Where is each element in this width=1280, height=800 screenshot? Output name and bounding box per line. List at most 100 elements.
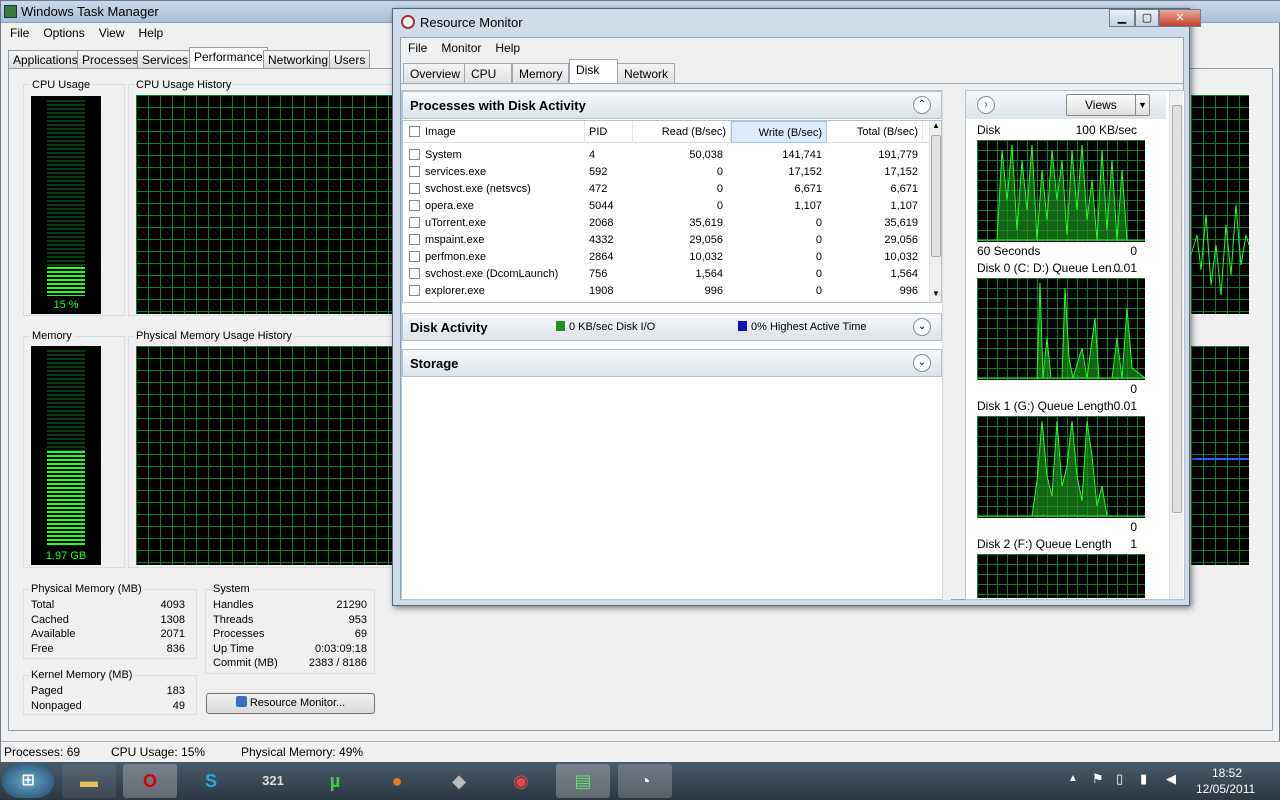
opera-icon[interactable]: O — [123, 764, 177, 798]
action-center-icon[interactable]: ⚑ — [1092, 771, 1104, 787]
storage-header[interactable]: Storage ⌄ — [402, 349, 942, 377]
rm-tab-network[interactable]: Network — [617, 63, 676, 83]
resource-monitor-window: Resource Monitor ▁ ▢ ✕ File Monitor Help… — [392, 8, 1201, 606]
collapse-processes-icon[interactable]: ⌃ — [913, 96, 931, 114]
clock-date[interactable]: 12/05/2011 — [1196, 782, 1255, 796]
network-icon[interactable]: ▮ — [1140, 771, 1147, 787]
rm-menu-file[interactable]: File — [401, 39, 434, 57]
cell-total: 1,107 — [890, 200, 918, 212]
side-chart-trace — [977, 282, 1147, 379]
chart-scroll-thumb[interactable] — [1172, 105, 1182, 513]
table-row[interactable]: svchost.exe (netsvcs) 472 0 6,671 6,671 — [403, 181, 929, 198]
table-scrollbar[interactable]: ▲ ▼ — [929, 121, 941, 302]
status-cpu: CPU Usage: 15% — [111, 745, 206, 759]
rm-menu-help[interactable]: Help — [488, 39, 527, 57]
paint-icon[interactable]: ◆ — [432, 764, 486, 798]
menu-file[interactable]: File — [3, 24, 36, 42]
system-uptime: Up Time 0:03:09:18 — [213, 643, 367, 655]
cell-read: 35,619 — [689, 217, 723, 229]
rm-menu-monitor[interactable]: Monitor — [434, 39, 488, 57]
start-orb-icon[interactable]: ⊞ — [2, 764, 54, 798]
cell-read: 50,038 — [689, 149, 723, 161]
close-button[interactable]: ✕ — [1159, 9, 1201, 27]
tab-users[interactable]: Users — [329, 50, 371, 68]
volume-icon[interactable]: ◀ — [1166, 771, 1176, 787]
rm-tab-disk[interactable]: Disk — [569, 59, 618, 84]
utorrent-icon[interactable]: µ — [308, 764, 362, 798]
chart-pane-scrollbar[interactable] — [1169, 91, 1183, 599]
col-image[interactable]: Image — [425, 121, 585, 143]
table-row[interactable]: System 4 50,038 141,741 191,779 — [403, 147, 929, 164]
expand-disk-activity-icon[interactable]: ⌄ — [913, 318, 931, 336]
col-pid[interactable]: PID — [585, 121, 633, 143]
menu-help[interactable]: Help — [132, 24, 171, 42]
rm-tab-cpu[interactable]: CPU — [464, 63, 512, 83]
row-checkbox[interactable] — [409, 166, 420, 177]
row-checkbox[interactable] — [409, 200, 420, 211]
row-checkbox[interactable] — [409, 251, 420, 262]
table-row[interactable]: mspaint.exe 4332 29,056 0 29,056 — [403, 232, 929, 249]
table-row[interactable]: explorer.exe 1908 996 0 996 — [403, 283, 929, 300]
tab-applications[interactable]: Applications — [8, 50, 83, 68]
tab-processes[interactable]: Processes — [77, 50, 144, 68]
table-row[interactable]: uTorrent.exe 2068 35,619 0 35,619 — [403, 215, 929, 232]
side-chart-title: Disk 0 (C: D:) Queue Len... — [977, 261, 1122, 275]
menu-options[interactable]: Options — [36, 24, 91, 42]
tab-performance[interactable]: Performance — [189, 47, 268, 69]
skype-icon[interactable]: S — [184, 764, 238, 798]
row-checkbox[interactable] — [409, 149, 420, 160]
active-time-swatch — [738, 321, 747, 331]
explorer-icon[interactable]: ▬ — [62, 764, 116, 798]
scroll-up-icon[interactable]: ▲ — [932, 121, 940, 130]
main-pane-scrollbar[interactable] — [942, 90, 951, 600]
row-checkbox[interactable] — [409, 217, 420, 228]
table-row[interactable]: opera.exe 5044 0 1,107 1,107 — [403, 198, 929, 215]
side-chart-trace — [977, 420, 1145, 517]
col-read[interactable]: Read (B/sec) — [633, 121, 731, 143]
maximize-button[interactable]: ▢ — [1135, 9, 1159, 27]
rm-tab-memory[interactable]: Memory — [512, 63, 570, 83]
menu-view[interactable]: View — [92, 24, 132, 42]
cell-read: 1,564 — [695, 268, 723, 280]
expand-storage-icon[interactable]: ⌄ — [913, 354, 931, 372]
processes-disk-header[interactable]: Processes with Disk Activity ⌃ — [402, 91, 942, 119]
select-all-checkbox[interactable] — [409, 126, 420, 137]
resource-monitor-titlebar[interactable]: Resource Monitor ▁ ▢ ✕ — [393, 9, 1201, 37]
minimize-button[interactable]: ▁ — [1109, 9, 1135, 27]
maximize-icon: ▢ — [1141, 12, 1153, 24]
resource-monitor-button[interactable]: Resource Monitor... — [206, 693, 375, 714]
chrome-icon[interactable]: ◉ — [494, 764, 548, 798]
rm-tab-overview[interactable]: Overview — [403, 63, 468, 83]
collapse-chart-pane-icon[interactable]: › — [977, 96, 995, 114]
disk-activity-header[interactable]: Disk Activity 0 KB/sec Disk I/O 0% Highe… — [402, 313, 942, 341]
table-row[interactable]: MsMpEng.exe 888 349 0 349 — [403, 300, 929, 303]
col-total[interactable]: Total (B/sec) — [827, 121, 923, 143]
resource-monitor-icon[interactable]: ◔ — [618, 764, 672, 798]
table-row[interactable]: perfmon.exe 2864 10,032 0 10,032 — [403, 249, 929, 266]
row-checkbox[interactable] — [409, 268, 420, 279]
views-button[interactable]: Views ▼ — [1066, 94, 1150, 116]
row-checkbox[interactable] — [409, 302, 420, 303]
table-scroll-thumb[interactable] — [931, 135, 941, 257]
cell-write: 17,152 — [788, 166, 822, 178]
cell-write: 6,671 — [794, 183, 822, 195]
firefox-icon[interactable]: ● — [370, 764, 424, 798]
table-row[interactable]: svchost.exe (DcomLaunch) 756 1,564 0 1,564 — [403, 266, 929, 283]
task-manager-icon[interactable]: ▤ — [556, 764, 610, 798]
disk-io-indicator: 0 KB/sec Disk I/O — [556, 321, 655, 333]
tab-networking[interactable]: Networking — [263, 50, 334, 68]
media-player-icon[interactable]: 321 — [246, 764, 300, 798]
cpu-usage-gauge: 15 % — [31, 96, 101, 314]
table-row[interactable]: services.exe 592 0 17,152 17,152 — [403, 164, 929, 181]
row-checkbox[interactable] — [409, 183, 420, 194]
clock-time[interactable]: 18:52 — [1212, 766, 1242, 780]
scroll-down-icon[interactable]: ▼ — [932, 289, 940, 298]
tray-arrow-icon[interactable]: ▲ — [1068, 773, 1078, 784]
resource-monitor-button-label: Resource Monitor... — [249, 697, 346, 709]
power-icon[interactable]: ▯ — [1116, 771, 1123, 787]
row-checkbox[interactable] — [409, 234, 420, 245]
tab-services[interactable]: Services — [137, 50, 194, 68]
col-write[interactable]: Write (B/sec) — [731, 121, 827, 143]
side-charts: Disk 100 KB/sec 60 Seconds 0 Disk 0 (C: D:) … — [971, 123, 1151, 598]
row-checkbox[interactable] — [409, 285, 420, 296]
